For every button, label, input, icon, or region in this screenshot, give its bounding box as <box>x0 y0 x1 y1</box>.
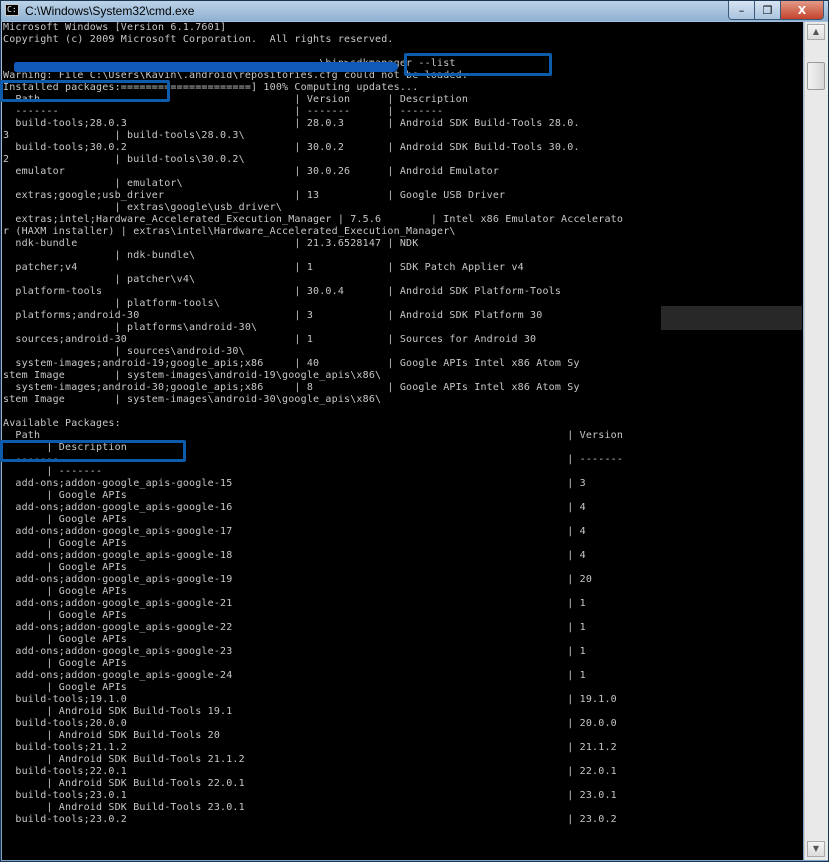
scroll-down-arrow-icon[interactable]: ▼ <box>807 841 825 857</box>
console-line: | Google APIs <box>3 682 128 693</box>
console-line: build-tools;22.0.1 | 22.0.1 <box>3 766 617 777</box>
console-line: extras;google;usb_driver | 13 | Google U… <box>3 190 506 201</box>
console-line: | Google APIs <box>3 514 128 525</box>
console-line: system-images;android-30;google_apis;x86… <box>3 382 580 393</box>
highlight-sdkmanager-command <box>404 53 552 76</box>
minimize-button[interactable]: – <box>729 1 755 19</box>
console-line: | Google APIs <box>3 490 128 501</box>
console-line: 3 | build-tools\28.0.3\ <box>3 130 245 141</box>
console-line: add-ons;addon-google_apis-google-19 | 20 <box>3 574 593 585</box>
console-line: r (HAXM installer) | extras\intel\Hardwa… <box>3 226 456 237</box>
highlight-available-packages <box>0 440 186 462</box>
console-line: build-tools;19.1.0 | 19.1.0 <box>3 694 617 705</box>
console-line: add-ons;addon-google_apis-google-23 | 1 <box>3 646 586 657</box>
console-line: 2 | build-tools\30.0.2\ <box>3 154 245 165</box>
console-line: | Android SDK Build-Tools 22.0.1 <box>3 778 245 789</box>
console-line: Available Packages: <box>3 418 121 429</box>
text-selection <box>661 306 802 330</box>
title-bar[interactable]: C: C:\Windows\System32\cmd.exe – ❐ X <box>1 1 828 21</box>
console-line: | Android SDK Build-Tools 23.0.1 <box>3 802 245 813</box>
scroll-up-arrow-icon[interactable]: ▲ <box>807 24 825 40</box>
console-line: | ------- <box>3 466 103 477</box>
console-line: Microsoft Windows [Version 6.1.7601] <box>3 22 227 33</box>
window-controls: – ❐ X <box>728 1 824 20</box>
console-line: build-tools;23.0.1 | 23.0.1 <box>3 790 617 801</box>
console-line: | Android SDK Build-Tools 20 <box>3 730 221 741</box>
console-text: Microsoft Windows [Version 6.1.7601] Copy… <box>2 22 803 826</box>
console-line: | Google APIs <box>3 562 128 573</box>
cmd-app-icon: C: <box>5 4 19 16</box>
window-title: C:\Windows\System32\cmd.exe <box>25 4 195 18</box>
console-line: | Android SDK Build-Tools 21.1.2 <box>3 754 245 765</box>
console-line: system-images;android-19;google_apis;x86… <box>3 358 580 369</box>
console-line: platform-tools | 30.0.4 | Android SDK Pl… <box>3 286 562 297</box>
console-line: add-ons;addon-google_apis-google-17 | 4 <box>3 526 586 537</box>
console-line: build-tools;23.0.2 | 23.0.2 <box>3 814 617 825</box>
console-line: add-ons;addon-google_apis-google-21 | 1 <box>3 598 586 609</box>
redaction-bar <box>14 62 398 72</box>
console-line: | Google APIs <box>3 610 128 621</box>
console-line: build-tools;30.0.2 | 30.0.2 | Android SD… <box>3 142 580 153</box>
console-line: | Google APIs <box>3 586 128 597</box>
console-line: | Google APIs <box>3 538 128 549</box>
console-line: ndk-bundle | 21.3.6528147 | NDK <box>3 238 419 249</box>
close-button[interactable]: X <box>781 1 823 19</box>
console-line: add-ons;addon-google_apis-google-15 | 3 <box>3 478 586 489</box>
cmd-window: C: C:\Windows\System32\cmd.exe – ❐ X Mic… <box>0 0 829 862</box>
console-line: add-ons;addon-google_apis-google-24 | 1 <box>3 670 586 681</box>
console-line: stem Image | system-images\android-19\go… <box>3 370 382 381</box>
console-line: stem Image | system-images\android-30\go… <box>3 394 382 405</box>
vertical-scrollbar[interactable]: ▲ ▼ <box>804 22 828 860</box>
console-line: add-ons;addon-google_apis-google-18 | 4 <box>3 550 586 561</box>
console-line: | Google APIs <box>3 658 128 669</box>
console-line: | patcher\v4\ <box>3 274 196 285</box>
console-line: ------- | ------- | ------- <box>3 106 444 117</box>
console-line: sources;android-30 | 1 | Sources for And… <box>3 334 537 345</box>
console-line: Copyright (c) 2009 Microsoft Corporation… <box>3 34 394 45</box>
console-line: build-tools;21.1.2 | 21.1.2 <box>3 742 617 753</box>
console-line: | ndk-bundle\ <box>3 250 196 261</box>
console-line: | Google APIs <box>3 634 128 645</box>
console-line: extras;intel;Hardware_Accelerated_Execut… <box>3 214 624 225</box>
console-line: | Android SDK Build-Tools 19.1 <box>3 706 233 717</box>
console-line: build-tools;20.0.0 | 20.0.0 <box>3 718 617 729</box>
console-line: add-ons;addon-google_apis-google-22 | 1 <box>3 622 586 633</box>
scroll-thumb[interactable] <box>807 62 825 90</box>
console-line: patcher;v4 | 1 | SDK Patch Applier v4 <box>3 262 524 273</box>
console-line: build-tools;28.0.3 | 28.0.3 | Android SD… <box>3 118 580 129</box>
console-line: | sources\android-30\ <box>3 346 245 357</box>
highlight-installed-packages <box>0 80 170 102</box>
console-line: | extras\google\usb_driver\ <box>3 202 283 213</box>
restore-button[interactable]: ❐ <box>755 1 781 19</box>
console-line: | emulator\ <box>3 178 183 189</box>
console-line: add-ons;addon-google_apis-google-16 | 4 <box>3 502 586 513</box>
console-line: emulator | 30.0.26 | Android Emulator <box>3 166 500 177</box>
